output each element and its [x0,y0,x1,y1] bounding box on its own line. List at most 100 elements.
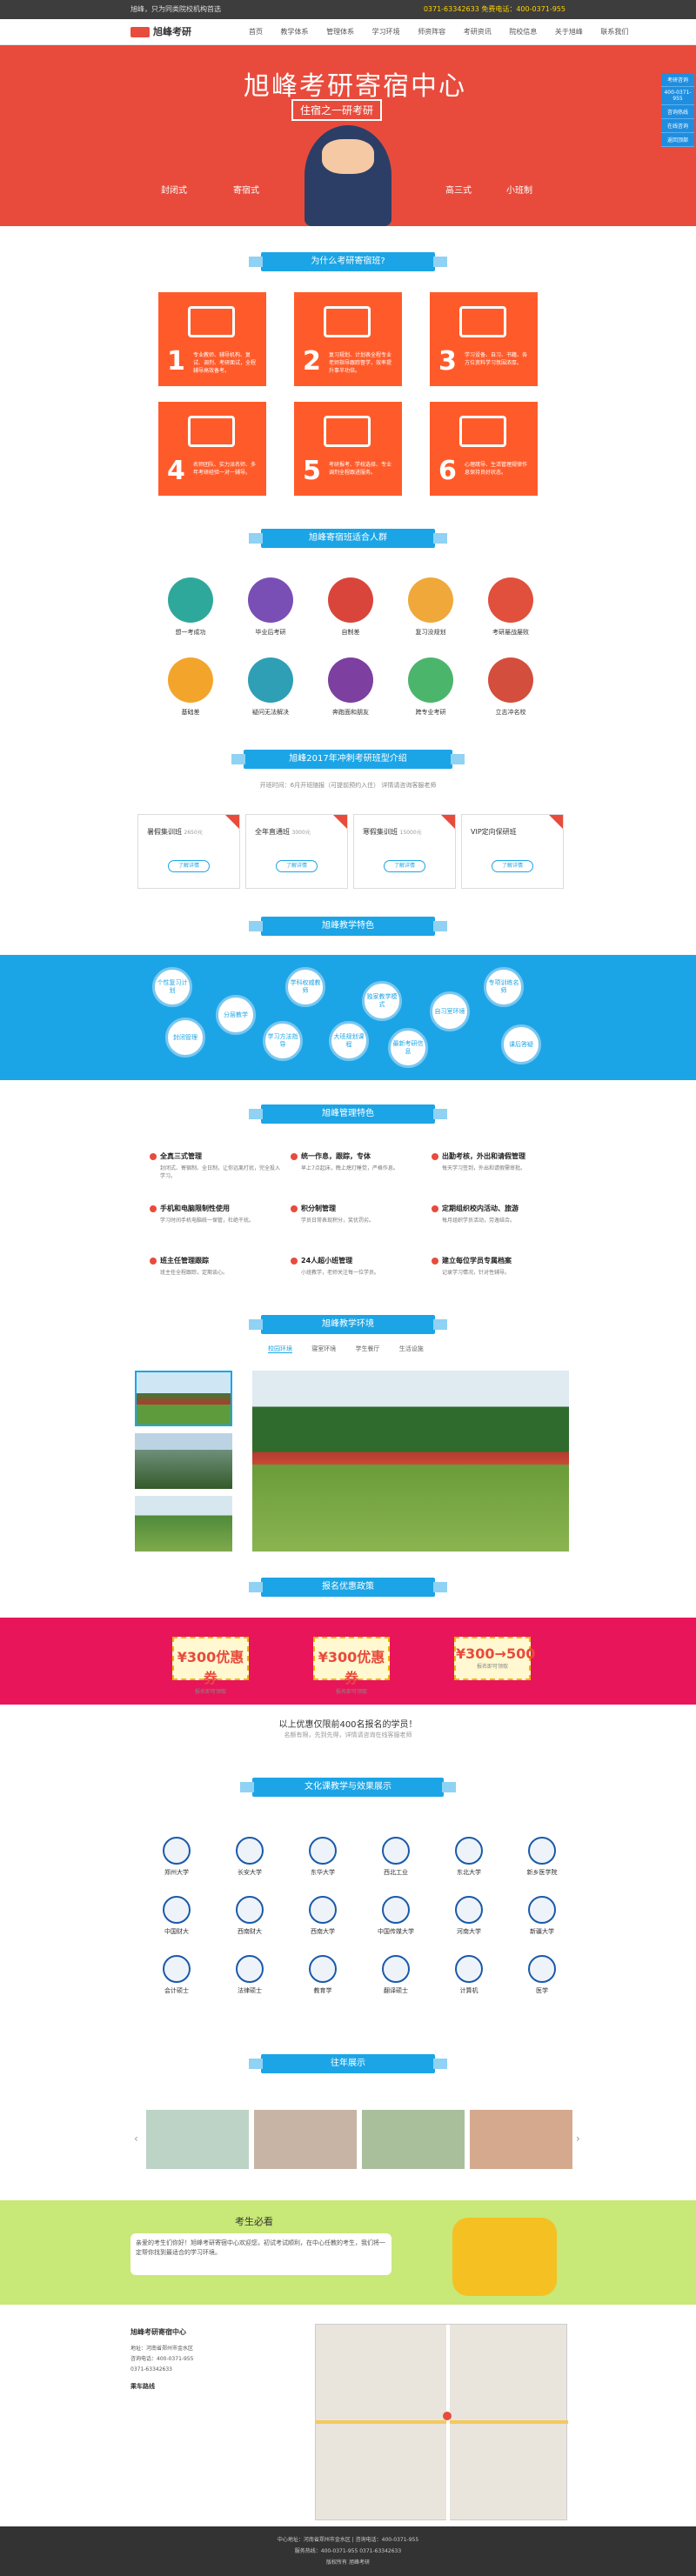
manage-item: 手机和电脑限制性使用 学习时间手机电脑统一保管，杜绝干扰。 [150,1204,280,1225]
footer-line: 服务热线：400-0371-955 0371-63342633 [294,2548,402,2554]
university-logo-icon [236,1896,264,1924]
address-line: 乘车路线 [130,2383,155,2390]
university-item: 河南大学 [438,1896,499,1936]
nav-item-schools[interactable]: 院校信息 [509,28,537,36]
tab-dorm[interactable]: 寝室环境 [311,1345,336,1352]
nav-item-news[interactable]: 考研资讯 [464,28,492,36]
plan-card[interactable]: 暑假集训班 2650元 了解详情 [137,814,240,889]
university-logo-icon [163,1837,191,1865]
coupon[interactable]: ¥300优惠券 报名即可领取 [313,1637,390,1695]
manage-item: 出勤考核，外出和请假管理 每天学习签到，外出和请假需审批。 [432,1151,562,1172]
hero-point: 寄宿式 [233,186,259,196]
guide-text: 亲爱的考生们你好！旭峰考研寄宿中心欢迎您，初试考试顺利，在中心任教的考生，我们将… [130,2233,392,2275]
coupon[interactable]: ¥300优惠券 报名即可领取 [172,1637,249,1695]
avatar [328,657,373,703]
feature-bubble: 学科权威教师 [285,967,325,1007]
footer-line: 中心地址：河南省郑州市金水区 | 咨询电话：400-0371-955 [277,2537,419,2543]
topbar-slogan: 旭峰，只为同类院校机构首选 [130,5,221,13]
manage-item: 24人超小班管理 小班教学，老师关注每一位学员。 [291,1256,421,1277]
nav-item-management[interactable]: 管理体系 [326,28,354,36]
university-logo-icon [382,1896,410,1924]
nav-item-teachers[interactable]: 师资阵容 [418,28,445,36]
env-main-photo [252,1371,569,1552]
university-name: 中国财大 [164,1928,189,1935]
side-top[interactable]: 返回顶部 [661,133,694,147]
university-logo-icon [309,1896,337,1924]
avatar [408,577,453,623]
side-online[interactable]: 在线咨询 [661,119,694,133]
nav-item-environment[interactable]: 学习环境 [372,28,400,36]
avatar [328,577,373,623]
main-nav: 旭峰考研 首页 教学体系 管理体系 学习环境 师资阵容 考研资讯 院校信息 关于… [0,19,696,45]
university-name: 河南大学 [457,1928,481,1935]
avatar [488,657,533,703]
plan-card[interactable]: VIP定向保研班 了解详情 [461,814,564,889]
why-card: 1 专业教师、辅导机构、复试、调剂、考研面试，全程辅导高效备考。 [158,292,266,386]
address-title: 旭峰考研寄宿中心 [130,2328,186,2336]
offer-note: 名额有限，先到先得，详情请咨询在线客服老师 [284,1732,412,1738]
location-map[interactable] [315,2324,568,2521]
plan-card[interactable]: 寒假集训班 15000元 了解详情 [353,814,456,889]
university-logo-icon [455,1896,483,1924]
why-card: 2 复习规划、计划表全程专业老师指导跟踪督学，效率提升事半功倍。 [294,292,402,386]
plan-detail-button[interactable]: 了解详情 [276,860,318,872]
feature-bubble: 学习方法指导 [263,1021,303,1061]
university-item: 中国财大 [146,1896,207,1936]
university-item: 新乡医学院 [512,1837,572,1877]
section-title-offer: 报名优惠政策 [249,1578,447,1597]
avatar [168,577,213,623]
guide-band: 考生必看 亲爱的考生们你好！旭峰考研寄宿中心欢迎您，初试考试顺利，在中心任教的考… [0,2200,696,2305]
university-item: 西北工业 [365,1837,426,1877]
university-logo-icon [309,1955,337,1983]
plan-detail-button[interactable]: 了解详情 [384,860,425,872]
plan-detail-button[interactable]: 了解详情 [168,860,210,872]
nav-item-about[interactable]: 关于旭峰 [555,28,583,36]
university-item: 西南大学 [292,1896,353,1936]
laptop-icon [459,306,506,337]
university-item: 会计硕士 [146,1955,207,1995]
env-thumbnail[interactable] [135,1371,232,1426]
tab-campus[interactable]: 校园环境 [268,1345,292,1353]
tab-facilities[interactable]: 生活设施 [399,1345,424,1352]
student-photo [470,2110,572,2169]
university-name: 医学 [536,1987,548,1994]
university-name: 西北工业 [384,1869,408,1876]
university-name: 东北大学 [457,1869,481,1876]
university-logo-icon [163,1896,191,1924]
prev-arrow-icon[interactable]: ‹ [134,2132,138,2145]
manage-item: 班主任管理跟踪 班主任全程跟踪，定期谈心。 [150,1256,280,1277]
footer-line: 版权所有 旭峰考研 [326,2559,370,2566]
env-tabs: 校园环境 寝室环境 学生餐厅 生活设施 [268,1345,441,1353]
hero-banner: 旭峰考研寄宿中心 住宿之一研考研 封闭式 寄宿式 高三式 小班制 [0,45,696,226]
section-title-students: 往年展示 [249,2054,447,2073]
avatar [248,657,293,703]
coupon[interactable]: ¥300→500 报名即可领取 [454,1637,535,1680]
nav-item-contact[interactable]: 联系我们 [600,28,628,36]
side-consult[interactable]: 考研咨询 [661,73,694,87]
env-thumbnail[interactable] [135,1433,232,1489]
university-name: 新乡医学院 [526,1869,558,1876]
audience-item: 基础差 [151,657,230,717]
nav-item-home[interactable]: 首页 [249,28,263,36]
university-item: 法律硕士 [219,1955,280,1995]
next-arrow-icon[interactable]: › [576,2132,580,2145]
env-thumbnail[interactable] [135,1496,232,1552]
audience-item: 复习没规划 [392,577,470,637]
university-logo-icon [455,1955,483,1983]
university-name: 郑州大学 [164,1869,189,1876]
school-bus-icon [452,2218,557,2296]
address-line: 0371-63342633 [130,2366,172,2372]
student-face [322,139,374,174]
tab-canteen[interactable]: 学生餐厅 [355,1345,379,1352]
section-title-env: 旭峰教学环境 [249,1315,447,1334]
nav-item-teaching[interactable]: 教学体系 [281,28,309,36]
plans-note: 开班时间：6月开班随报（可提前预约入住） 详情请咨询客服老师 [259,782,437,789]
plan-card[interactable]: 全年直通班 3000元 了解详情 [245,814,348,889]
side-hotline[interactable]: 咨询热线 [661,105,694,119]
university-logo-icon [382,1955,410,1983]
logo[interactable]: 旭峰考研 [130,24,191,38]
hot-tag [441,815,455,829]
plan-detail-button[interactable]: 了解详情 [492,860,533,872]
university-item: 计算机 [438,1955,499,1995]
university-name: 西南大学 [311,1928,335,1935]
